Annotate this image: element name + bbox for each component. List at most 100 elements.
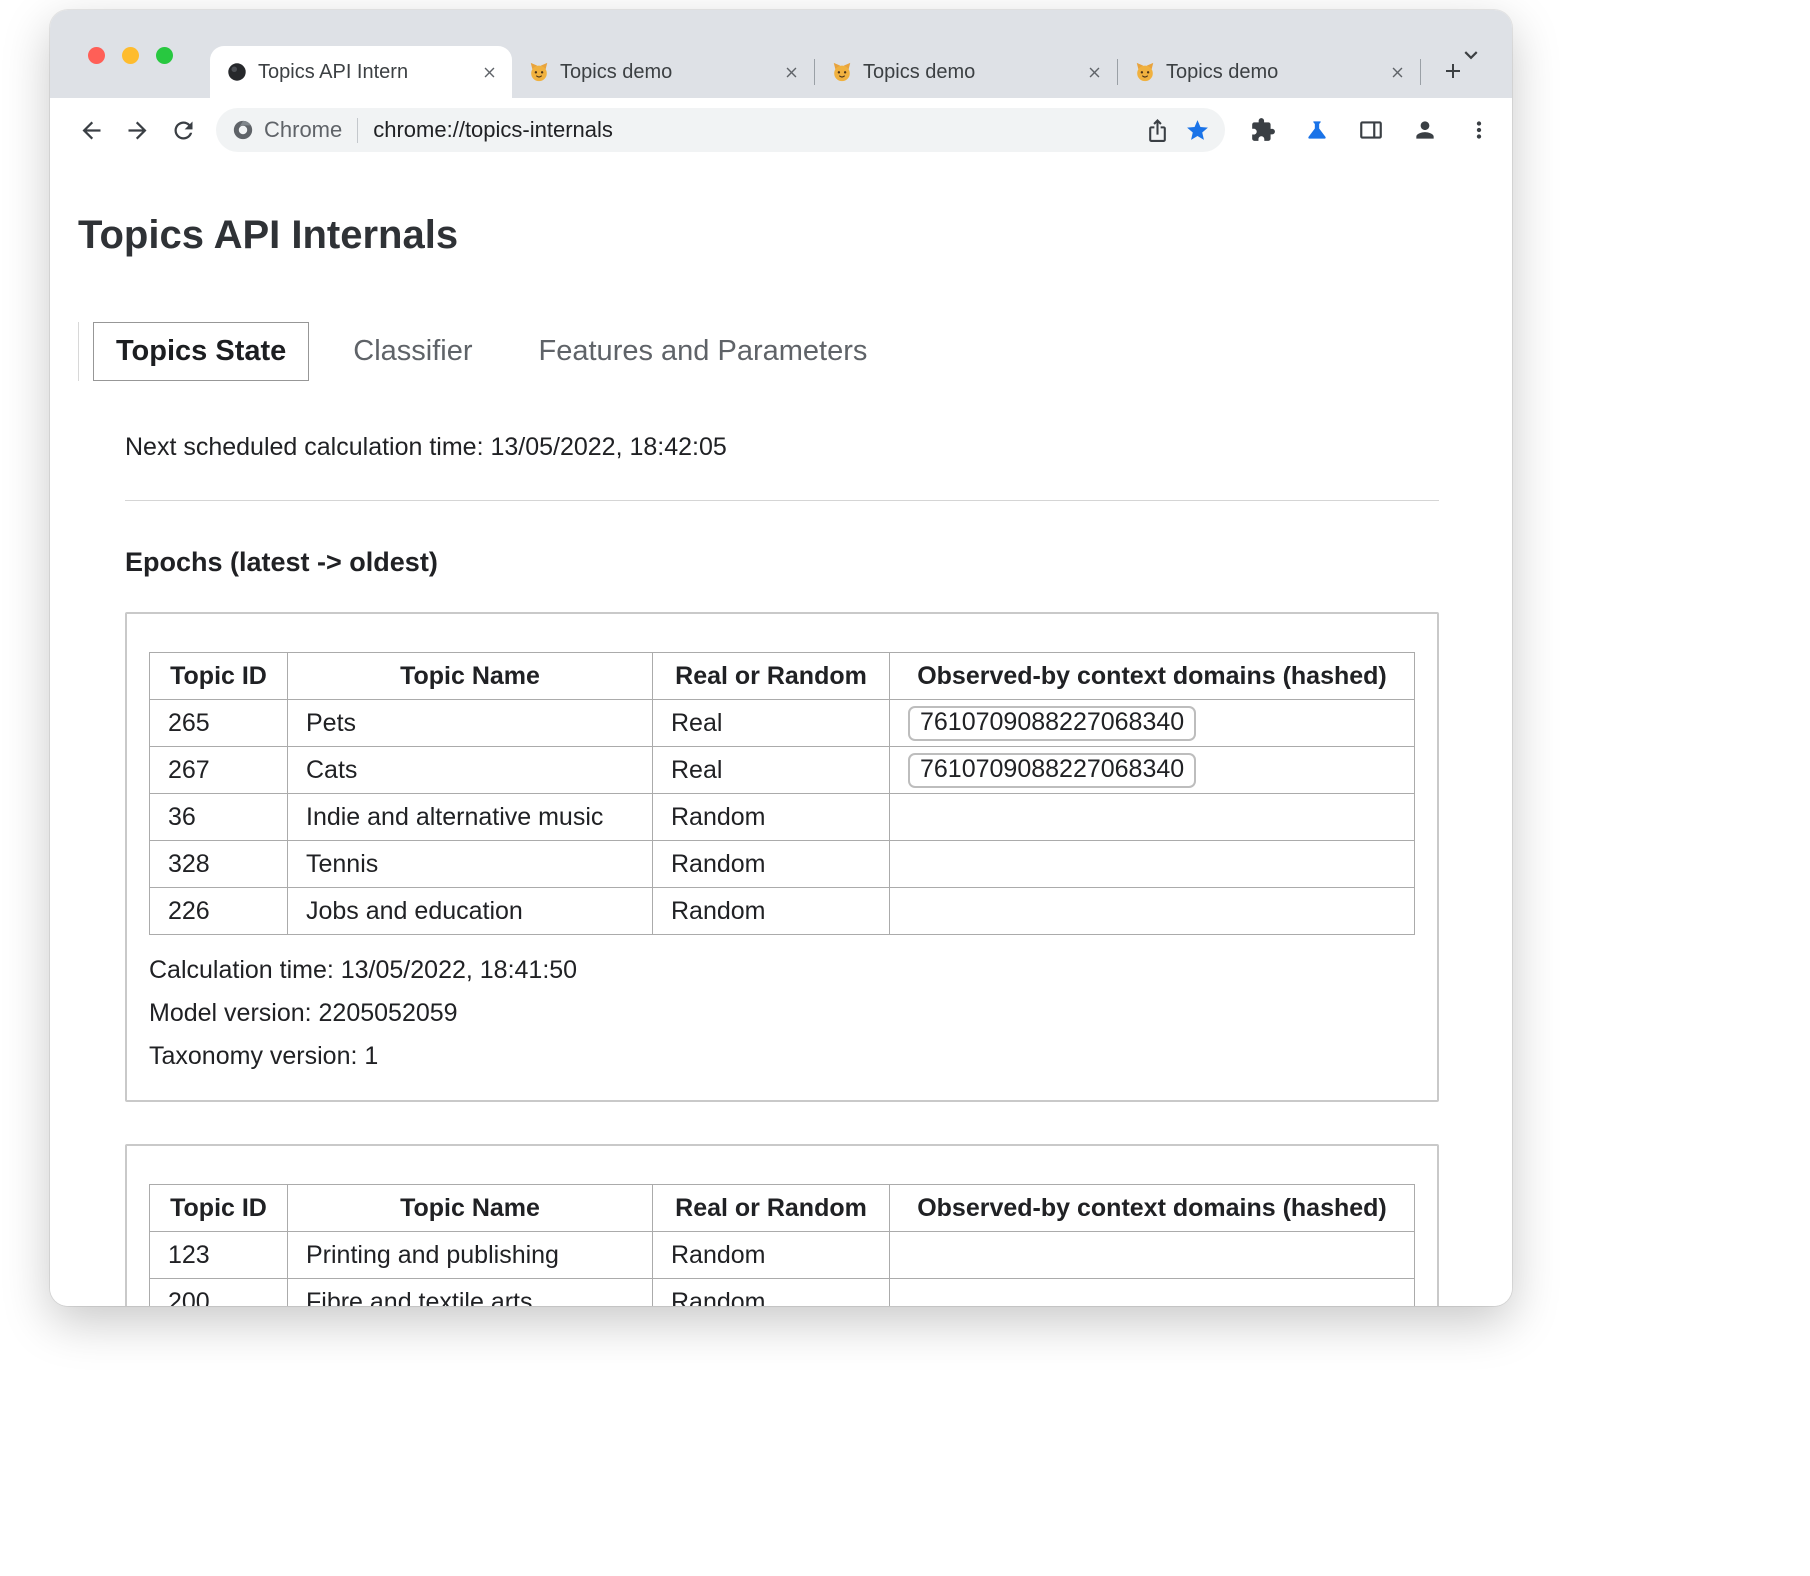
topic-id-cell: 123 — [150, 1232, 288, 1279]
topic-id-cell: 267 — [150, 747, 288, 794]
header-topic-id: Topic ID — [150, 1185, 288, 1232]
real-or-random-cell: Random — [653, 841, 890, 888]
back-button[interactable] — [68, 107, 114, 153]
real-or-random-cell: Random — [653, 888, 890, 935]
topic-name-cell: Cats — [288, 747, 653, 794]
extensions-icon[interactable] — [1241, 108, 1285, 152]
epoch-table: Topic ID Topic Name Real or Random Obser… — [149, 1184, 1415, 1306]
desktop: Topics API Intern Topics demo — [0, 0, 1810, 1576]
toolbar-actions — [1241, 108, 1501, 152]
chrome-logo-icon — [232, 119, 254, 141]
tab-close-icon[interactable] — [476, 59, 502, 85]
address-bar[interactable]: Chrome chrome://topics-internals — [216, 108, 1225, 152]
epoch-metadata: Calculation time: 13/05/2022, 18:41:50 M… — [149, 949, 1415, 1078]
real-or-random-cell: Random — [653, 1279, 890, 1307]
browser-tab-topics-demo-3[interactable]: Topics demo — [1118, 46, 1420, 98]
tab-features-and-parameters[interactable]: Features and Parameters — [517, 323, 890, 380]
page-tabs: Topics State Classifier Features and Par… — [78, 322, 1512, 381]
tab-close-icon[interactable] — [1081, 59, 1107, 85]
page-title: Topics API Internals — [78, 212, 1512, 258]
header-observed-domains: Observed-by context domains (hashed) — [890, 653, 1415, 700]
topic-name-cell: Jobs and education — [288, 888, 653, 935]
hashed-domain-value[interactable]: 7610709088227068340 — [908, 706, 1196, 741]
topic-name-cell: Tennis — [288, 841, 653, 888]
real-or-random-cell: Random — [653, 1232, 890, 1279]
table-row: 265 Pets Real 7610709088227068340 — [150, 700, 1415, 747]
tab-classifier[interactable]: Classifier — [331, 323, 494, 380]
internals-favicon-icon — [226, 61, 248, 83]
topic-name-cell: Printing and publishing — [288, 1232, 653, 1279]
taxonomy-version: Taxonomy version: 1 — [149, 1035, 1415, 1078]
reload-button[interactable] — [160, 107, 206, 153]
cat-favicon-icon — [528, 61, 550, 83]
real-or-random-cell: Real — [653, 700, 890, 747]
table-row: 267 Cats Real 7610709088227068340 — [150, 747, 1415, 794]
share-button[interactable] — [1137, 110, 1177, 150]
tab-close-icon[interactable] — [1384, 59, 1410, 85]
browser-tab-topics-demo-2[interactable]: Topics demo — [815, 46, 1117, 98]
header-topic-name: Topic Name — [288, 1185, 653, 1232]
address-site-label: Chrome — [264, 117, 342, 143]
tab-title: Topics demo — [863, 61, 1071, 84]
table-row: 36 Indie and alternative music Random — [150, 794, 1415, 841]
topic-id-cell: 226 — [150, 888, 288, 935]
side-panel-icon[interactable] — [1349, 108, 1393, 152]
minimize-window-button[interactable] — [122, 47, 139, 64]
address-url: chrome://topics-internals — [373, 117, 1137, 143]
tab-search-chevron-icon[interactable] — [1454, 38, 1488, 72]
table-header-row: Topic ID Topic Name Real or Random Obser… — [150, 653, 1415, 700]
experiments-flask-icon[interactable] — [1295, 108, 1339, 152]
topic-name-cell: Fibre and textile arts — [288, 1279, 653, 1307]
header-real-or-random: Real or Random — [653, 1185, 890, 1232]
traffic-lights — [88, 47, 173, 64]
tab-strip: Topics API Intern Topics demo — [50, 10, 1512, 98]
page-content: Topics API Internals Topics State Classi… — [50, 212, 1512, 1306]
divider — [125, 500, 1439, 501]
epoch-table: Topic ID Topic Name Real or Random Obser… — [149, 652, 1415, 935]
domains-cell — [890, 1279, 1415, 1307]
next-calculation-time: Next scheduled calculation time: 13/05/2… — [125, 433, 1439, 462]
domains-cell — [890, 841, 1415, 888]
real-or-random-cell: Random — [653, 794, 890, 841]
domains-cell: 7610709088227068340 — [890, 700, 1415, 747]
tab-title: Topics demo — [560, 61, 768, 84]
browser-toolbar: Chrome chrome://topics-internals — [50, 98, 1512, 162]
epochs-heading: Epochs (latest -> oldest) — [125, 547, 1439, 578]
topic-id-cell: 265 — [150, 700, 288, 747]
topic-name-cell: Pets — [288, 700, 653, 747]
epoch-box-latest: Topic ID Topic Name Real or Random Obser… — [125, 612, 1439, 1102]
calculation-time: Calculation time: 13/05/2022, 18:41:50 — [149, 949, 1415, 992]
domains-cell: 7610709088227068340 — [890, 747, 1415, 794]
topics-state-panel: Next scheduled calculation time: 13/05/2… — [125, 433, 1439, 1306]
browser-tab-topics-internals[interactable]: Topics API Intern — [210, 46, 512, 98]
topic-name-cell: Indie and alternative music — [288, 794, 653, 841]
table-row: 226 Jobs and education Random — [150, 888, 1415, 935]
tab-title: Topics demo — [1166, 61, 1374, 84]
cat-favicon-icon — [831, 61, 853, 83]
profile-icon[interactable] — [1403, 108, 1447, 152]
real-or-random-cell: Real — [653, 747, 890, 794]
tab-close-icon[interactable] — [778, 59, 804, 85]
browser-window: Topics API Intern Topics demo — [50, 10, 1512, 1306]
model-version: Model version: 2205052059 — [149, 992, 1415, 1035]
address-separator — [357, 118, 358, 143]
browser-tab-topics-demo-1[interactable]: Topics demo — [512, 46, 814, 98]
table-row: 123 Printing and publishing Random — [150, 1232, 1415, 1279]
zoom-window-button[interactable] — [156, 47, 173, 64]
domains-cell — [890, 888, 1415, 935]
topic-id-cell: 328 — [150, 841, 288, 888]
domains-cell — [890, 1232, 1415, 1279]
menu-dots-icon[interactable] — [1457, 108, 1501, 152]
header-topic-id: Topic ID — [150, 653, 288, 700]
domains-cell — [890, 794, 1415, 841]
header-real-or-random: Real or Random — [653, 653, 890, 700]
bookmark-star-icon[interactable] — [1177, 110, 1217, 150]
header-topic-name: Topic Name — [288, 653, 653, 700]
topic-id-cell: 200 — [150, 1279, 288, 1307]
table-header-row: Topic ID Topic Name Real or Random Obser… — [150, 1185, 1415, 1232]
close-window-button[interactable] — [88, 47, 105, 64]
forward-button[interactable] — [114, 107, 160, 153]
tab-divider — [1420, 59, 1421, 85]
hashed-domain-value[interactable]: 7610709088227068340 — [908, 753, 1196, 788]
tab-topics-state[interactable]: Topics State — [93, 322, 309, 381]
